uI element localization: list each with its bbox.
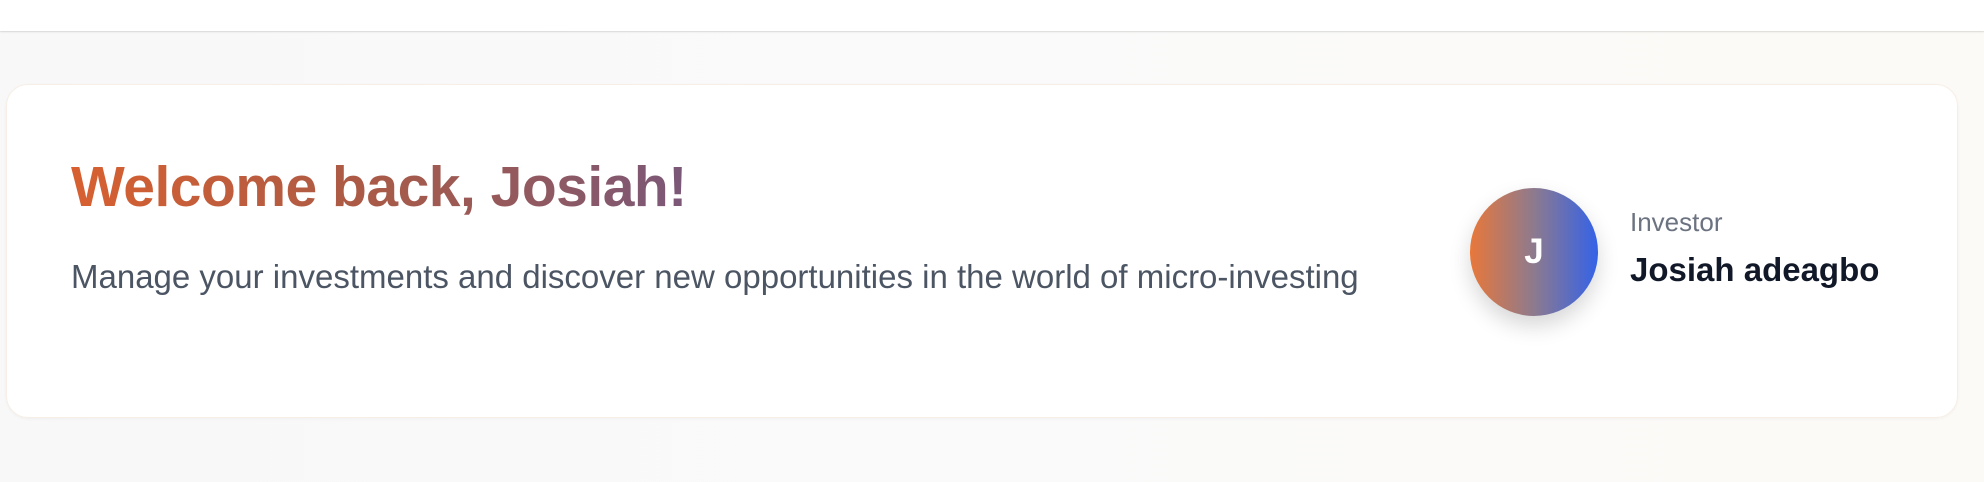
- welcome-description: Manage your investments and discover new…: [71, 258, 1359, 295]
- top-navigation-bar: [0, 0, 1984, 31]
- profile-avatar[interactable]: J: [1470, 188, 1598, 316]
- profile-role: Investor: [1630, 207, 1723, 237]
- avatar-initial: J: [1524, 232, 1544, 271]
- welcome-card: Welcome back, Josiah! Manage your invest…: [6, 84, 1958, 418]
- profile-name: Josiah adeagbo: [1630, 251, 1880, 288]
- welcome-heading: Welcome back, Josiah!: [71, 153, 687, 221]
